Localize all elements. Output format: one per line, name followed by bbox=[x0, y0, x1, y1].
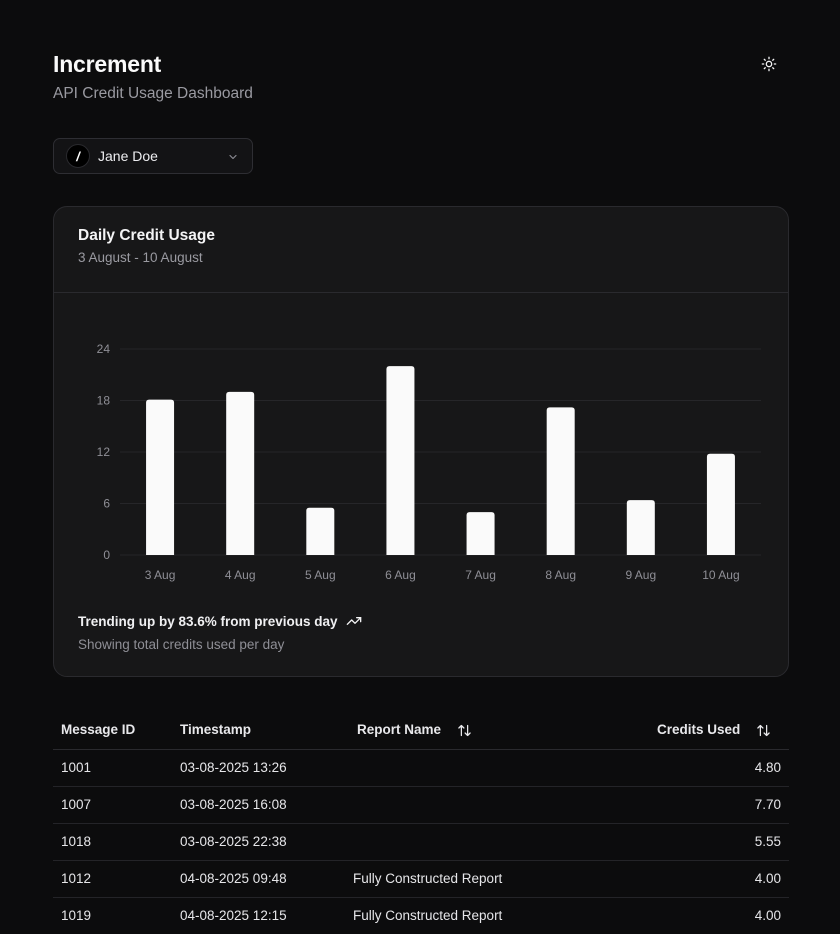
bar[interactable] bbox=[626, 500, 655, 555]
cell-report-name: Fully Constructed Report bbox=[345, 897, 545, 934]
x-tick-label: 5 Aug bbox=[305, 568, 336, 582]
cell-report-name: Fully Constructed Report bbox=[345, 860, 545, 898]
bar[interactable] bbox=[386, 366, 415, 555]
cell-timestamp: 03-08-2025 13:26 bbox=[172, 749, 345, 787]
y-tick-label: 6 bbox=[103, 497, 110, 511]
x-tick-label: 7 Aug bbox=[465, 568, 496, 582]
cell-credits-used: 4.80 bbox=[545, 749, 789, 787]
cell-timestamp: 04-08-2025 09:48 bbox=[172, 860, 345, 898]
cell-credits-used: 4.00 bbox=[545, 860, 789, 898]
sort-credits-used-button[interactable] bbox=[756, 723, 771, 738]
dashboard-page: Increment API Credit Usage Dashboard / J… bbox=[0, 0, 840, 934]
selected-user-name: Jane Doe bbox=[98, 148, 158, 164]
chart-footnote: Showing total credits used per day bbox=[78, 637, 285, 652]
cell-message-id: 1012 bbox=[53, 860, 172, 898]
table-row[interactable]: 1018 03-08-2025 22:38 5.55 bbox=[53, 823, 789, 861]
bar[interactable] bbox=[466, 512, 495, 555]
cell-report-name bbox=[345, 749, 545, 787]
x-tick-label: 6 Aug bbox=[385, 568, 416, 582]
sort-arrows-icon bbox=[458, 724, 471, 736]
usage-table: Message ID Timestamp Report Name Credits… bbox=[53, 711, 789, 934]
cell-timestamp: 04-08-2025 12:15 bbox=[172, 897, 345, 934]
theme-toggle-button[interactable] bbox=[755, 50, 783, 78]
table-row[interactable]: 1001 03-08-2025 13:26 4.80 bbox=[53, 749, 789, 787]
x-tick-label: 9 Aug bbox=[625, 568, 656, 582]
card-header: Daily Credit Usage 3 August - 10 August bbox=[54, 207, 788, 293]
chart-svg: 0 6 12 18 24 3 Aug 4 Aug 5 Aug 6 Aug 7 Aug 8 Aug 9 … bbox=[97, 342, 761, 582]
trend-text: Trending up by 83.6% from previous day bbox=[78, 613, 338, 629]
header-report-name-label: Report Name bbox=[357, 721, 442, 737]
page-subtitle: API Credit Usage Dashboard bbox=[53, 85, 253, 102]
cell-report-name bbox=[345, 786, 545, 824]
card-date-range: 3 August - 10 August bbox=[78, 250, 203, 265]
chevron-down-icon bbox=[229, 154, 237, 160]
header-message-id: Message ID bbox=[53, 711, 172, 750]
cell-credits-used: 5.55 bbox=[545, 823, 789, 861]
bar[interactable] bbox=[306, 507, 335, 555]
sun-icon bbox=[761, 56, 777, 72]
table-row[interactable]: 1012 04-08-2025 09:48 Fully Constructed Re… bbox=[53, 860, 789, 898]
cell-report-name bbox=[345, 823, 545, 861]
y-tick-label: 24 bbox=[97, 342, 111, 356]
cell-timestamp: 03-08-2025 16:08 bbox=[172, 786, 345, 824]
bar[interactable] bbox=[706, 453, 735, 555]
table-row[interactable]: 1019 04-08-2025 12:15 Fully Constructed Re… bbox=[53, 897, 789, 934]
y-tick-label: 0 bbox=[103, 548, 110, 562]
cell-credits-used: 7.70 bbox=[545, 786, 789, 824]
y-tick-label: 18 bbox=[97, 394, 111, 408]
cell-message-id: 1019 bbox=[53, 897, 172, 934]
trend-summary: Trending up by 83.6% from previous day bbox=[78, 613, 362, 629]
bar[interactable] bbox=[226, 391, 255, 555]
x-tick-label: 4 Aug bbox=[225, 568, 256, 582]
x-tick-label: 3 Aug bbox=[145, 568, 176, 582]
daily-usage-card: Daily Credit Usage 3 August - 10 August … bbox=[53, 206, 789, 677]
cell-timestamp: 03-08-2025 22:38 bbox=[172, 823, 345, 861]
page-title: Increment bbox=[53, 51, 162, 77]
header-report-name: Report Name bbox=[345, 711, 545, 750]
sort-report-name-button[interactable] bbox=[457, 723, 472, 738]
x-tick-label: 8 Aug bbox=[545, 568, 576, 582]
bar[interactable] bbox=[146, 399, 175, 555]
header-timestamp: Timestamp bbox=[172, 711, 345, 750]
bar-chart: 0 6 12 18 24 3 Aug 4 Aug 5 Aug 6 Aug 7 Aug 8 Aug 9 … bbox=[54, 294, 788, 599]
cell-message-id: 1001 bbox=[53, 749, 172, 787]
cell-credits-used: 4.00 bbox=[545, 897, 789, 934]
user-select[interactable]: / Jane Doe bbox=[53, 138, 253, 174]
table-body: 1001 03-08-2025 13:26 4.80 1007 03-08-2025 1… bbox=[53, 749, 789, 934]
bar[interactable] bbox=[546, 407, 575, 555]
y-tick-label: 12 bbox=[97, 445, 111, 459]
header-credits-used-label: Credits Used bbox=[656, 721, 741, 737]
table-row[interactable]: 1007 03-08-2025 16:08 7.70 bbox=[53, 786, 789, 824]
header-credits-used: Credits Used bbox=[545, 711, 789, 750]
sort-arrows-icon bbox=[757, 724, 770, 736]
avatar: / bbox=[66, 144, 90, 168]
cell-message-id: 1018 bbox=[53, 823, 172, 861]
x-tick-label: 10 Aug bbox=[702, 568, 739, 582]
cell-message-id: 1007 bbox=[53, 786, 172, 824]
trending-up-icon bbox=[346, 617, 361, 625]
card-title: Daily Credit Usage bbox=[78, 227, 215, 244]
table-header-row: Message ID Timestamp Report Name Credits… bbox=[53, 711, 789, 750]
